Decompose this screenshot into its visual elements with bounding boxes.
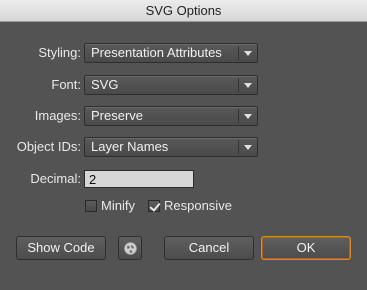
font-label: Font: <box>51 77 81 92</box>
chevron-down-icon <box>244 114 252 119</box>
decimal-input[interactable] <box>84 170 194 188</box>
images-label: Images: <box>34 108 81 123</box>
cancel-button[interactable]: Cancel <box>164 236 254 260</box>
chevron-down-icon <box>244 83 252 88</box>
images-value: Preserve <box>91 108 144 123</box>
styling-label: Styling: <box>38 45 81 60</box>
globe-icon <box>124 242 137 255</box>
window-title: SVG Options <box>0 0 367 22</box>
select-divider <box>238 46 239 60</box>
font-select[interactable]: SVG <box>84 75 258 95</box>
svg-options-dialog: SVG Options Styling: Presentation Attrib… <box>0 0 367 290</box>
decimal-label: Decimal: <box>30 171 81 186</box>
font-value: SVG <box>91 77 119 92</box>
show-code-button[interactable]: Show Code <box>16 236 106 260</box>
chevron-down-icon <box>244 51 252 56</box>
styling-select[interactable]: Presentation Attributes <box>84 43 258 63</box>
select-divider <box>238 109 239 123</box>
minify-label: Minify <box>101 198 135 213</box>
chevron-down-icon <box>244 145 252 150</box>
images-select[interactable]: Preserve <box>84 106 258 126</box>
globe-button[interactable] <box>118 236 142 260</box>
select-divider <box>238 140 239 154</box>
object-ids-select[interactable]: Layer Names <box>84 137 258 157</box>
responsive-label: Responsive <box>164 198 232 213</box>
styling-value: Presentation Attributes <box>91 45 222 60</box>
object-ids-label: Object IDs: <box>16 139 81 154</box>
object-ids-value: Layer Names <box>91 139 169 154</box>
select-divider <box>238 78 239 92</box>
minify-checkbox[interactable] <box>85 200 97 212</box>
ok-button[interactable]: OK <box>261 236 351 260</box>
responsive-checkbox[interactable] <box>148 200 160 212</box>
